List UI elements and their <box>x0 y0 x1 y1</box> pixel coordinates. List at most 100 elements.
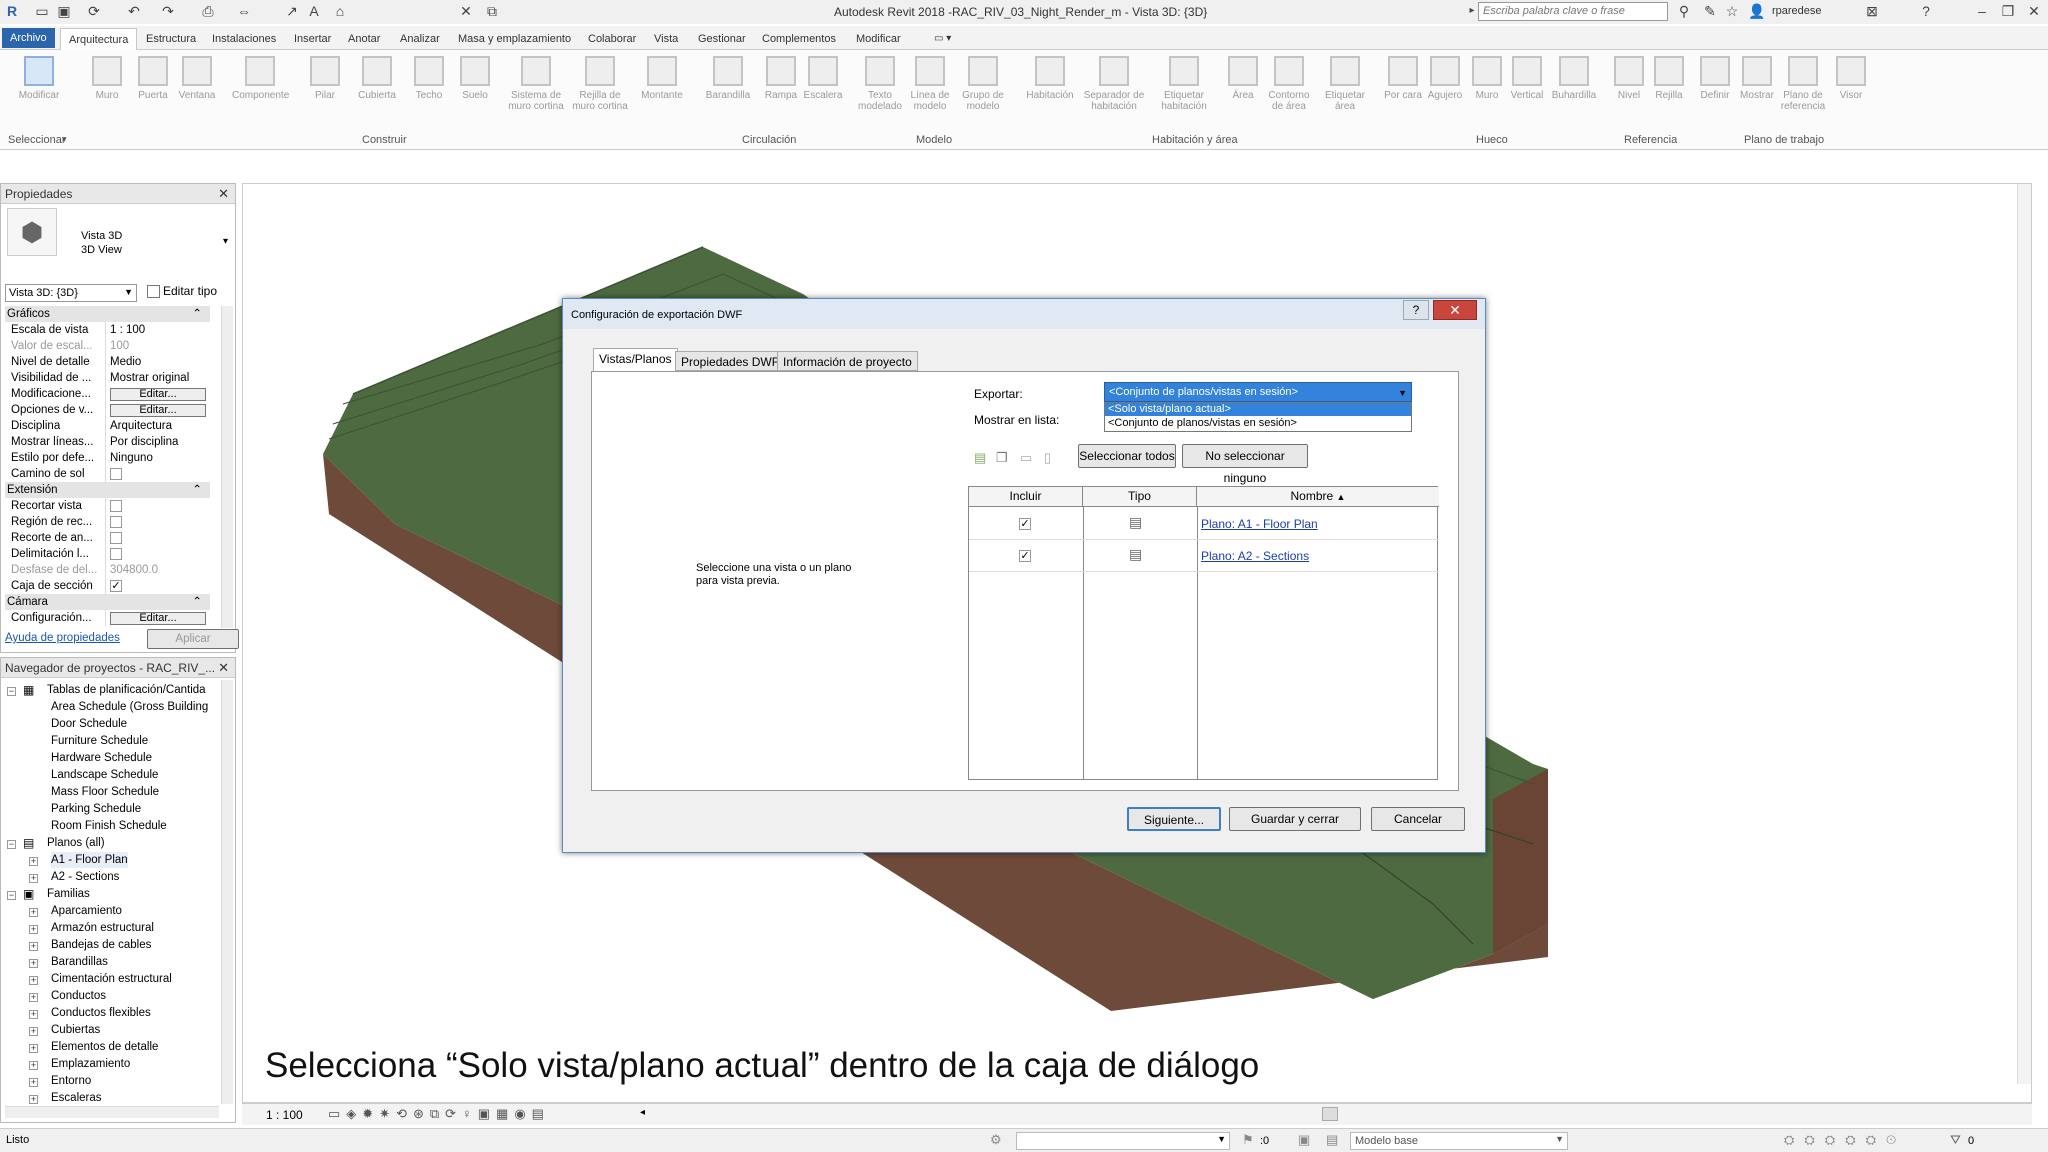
col-nombre[interactable]: Nombre ▲ <box>1197 487 1439 507</box>
tab-archivo[interactable]: Archivo <box>2 28 55 48</box>
next-button[interactable]: Siguiente... <box>1127 807 1221 831</box>
sync-icon[interactable]: ⟳ <box>86 3 102 19</box>
tab-complementos[interactable]: Complementos <box>762 33 836 45</box>
edit-button[interactable]: Editar... <box>110 388 206 401</box>
checkbox[interactable] <box>110 500 122 512</box>
checkbox[interactable]: ✓ <box>110 580 122 592</box>
sheet-name-link[interactable]: Plano: A1 - Floor Plan <box>1201 517 1318 531</box>
col-tipo[interactable]: Tipo <box>1083 487 1197 507</box>
ref-plane-button[interactable]: Plano de referencia <box>1780 56 1826 112</box>
tree-item[interactable]: Cimentación estructural <box>51 971 172 987</box>
stair-button[interactable]: Escalera <box>802 56 844 101</box>
expand-icon[interactable]: + <box>29 959 38 968</box>
model-line-button[interactable]: Línea de modelo <box>906 56 954 112</box>
undo-icon[interactable]: ↶ <box>126 3 142 19</box>
roof-button[interactable]: Cubierta <box>356 56 398 101</box>
dormer-button[interactable]: Buhardilla <box>1550 56 1598 101</box>
tree-item[interactable]: Aparcamiento <box>51 903 122 919</box>
component-button[interactable]: Componente <box>232 56 289 101</box>
collapse-icon[interactable]: ⌃ <box>192 306 202 322</box>
chevron-down-icon[interactable]: ▾ <box>62 134 67 145</box>
type-dropdown-icon[interactable]: ▾ <box>223 236 228 247</box>
tab-masa[interactable]: Masa y emplazamiento <box>458 33 571 45</box>
close-icon[interactable]: ✕ <box>1433 300 1477 320</box>
expand-icon[interactable]: + <box>29 1010 38 1019</box>
measure-icon[interactable]: ⇔ <box>236 3 252 19</box>
search-input[interactable]: Escriba palabra clave o frase <box>1478 2 1668 21</box>
tree-item[interactable]: Planos (all) <box>47 835 105 851</box>
collapse-icon[interactable]: − <box>7 687 16 696</box>
apply-button[interactable]: Aplicar <box>147 629 239 649</box>
checkbox[interactable] <box>110 532 122 544</box>
design-options-icon[interactable]: ▣ <box>1298 1132 1310 1148</box>
tree-item[interactable]: A1 - Floor Plan <box>51 852 128 868</box>
print-icon[interactable]: ⎙ <box>200 3 216 19</box>
floor-button[interactable]: Suelo <box>454 56 496 101</box>
tree-item[interactable]: Hardware Schedule <box>51 750 152 766</box>
sheet-name-link[interactable]: Plano: A2 - Sections <box>1201 549 1309 563</box>
expand-icon[interactable]: + <box>29 874 38 883</box>
tab-gestionar[interactable]: Gestionar <box>698 33 746 45</box>
scroll-left-icon[interactable]: ◂ <box>640 1107 645 1118</box>
user-name[interactable]: rparedese <box>1772 5 1822 17</box>
checkbox[interactable] <box>110 516 122 528</box>
tree-item[interactable]: Elementos de detalle <box>51 1039 158 1055</box>
revit-logo-icon[interactable]: R <box>4 3 20 19</box>
column-button[interactable]: Pilar <box>304 56 346 101</box>
close-icon[interactable]: ✕ <box>218 186 229 202</box>
scrollbar[interactable] <box>221 680 233 1104</box>
tree-item[interactable]: Mass Floor Schedule <box>51 784 159 800</box>
tree-item[interactable]: A2 - Sections <box>51 869 119 885</box>
table-row[interactable]: ✓ ▤ Plano: A1 - Floor Plan <box>969 508 1439 540</box>
tab-modificar[interactable]: Modificar <box>856 33 901 45</box>
export-select[interactable]: <Conjunto de planos/vistas en sesión> ▼ <box>1104 382 1412 402</box>
mullion-button[interactable]: Montante <box>638 56 686 101</box>
panel-habitacion-area[interactable]: Habitación y área <box>1152 134 1238 146</box>
col-incluir[interactable]: Incluir <box>969 487 1083 507</box>
ceiling-button[interactable]: Techo <box>408 56 450 101</box>
curtain-system-button[interactable]: Sistema de muro cortina <box>508 56 564 112</box>
expand-icon[interactable]: + <box>29 1044 38 1053</box>
tree-item[interactable]: Area Schedule (Gross Building <box>51 699 208 715</box>
3d-view-icon[interactable]: ⌂ <box>332 3 348 19</box>
window-button[interactable]: Ventana <box>176 56 218 101</box>
panel-seleccionar[interactable]: Seleccionar <box>8 134 65 146</box>
tab-arquitectura[interactable]: Arquitectura <box>60 28 138 50</box>
favorites-star-icon[interactable]: ☆ <box>1724 3 1740 19</box>
table-row[interactable]: ✓ ▤ Plano: A2 - Sections <box>969 540 1439 572</box>
restore-icon[interactable]: ❐ <box>2000 3 2016 19</box>
delete-set-icon[interactable]: ▯ <box>1044 450 1051 466</box>
railing-button[interactable]: Barandilla <box>704 56 752 101</box>
tree-item[interactable]: Escaleras <box>51 1090 102 1106</box>
include-checkbox[interactable]: ✓ <box>1019 550 1031 562</box>
rename-set-icon[interactable]: ▭ <box>1020 450 1032 466</box>
expand-icon[interactable]: + <box>29 1095 38 1104</box>
tree-item[interactable]: Conductos <box>51 988 106 1004</box>
expand-icon[interactable]: + <box>29 1061 38 1070</box>
help-icon[interactable]: ? <box>1918 3 1934 19</box>
wall-opening-button[interactable]: Muro <box>1466 56 1508 101</box>
new-set-icon[interactable]: ▤ <box>974 450 986 466</box>
tree-item[interactable]: Entorno <box>51 1073 91 1089</box>
cancel-button[interactable]: Cancelar <box>1371 807 1465 831</box>
expand-icon[interactable]: + <box>29 908 38 917</box>
tab-insertar[interactable]: Insertar <box>294 33 331 45</box>
tree-item[interactable]: Bandejas de cables <box>51 937 151 953</box>
scrollbar[interactable] <box>221 306 233 628</box>
binoculars-icon[interactable]: ⚲ <box>1676 3 1692 19</box>
tree-item[interactable]: Conductos flexibles <box>51 1005 151 1021</box>
expand-icon[interactable]: + <box>29 942 38 951</box>
horizontal-scroll-thumb[interactable] <box>1322 1107 1338 1121</box>
close-icon[interactable]: ✕ <box>218 660 229 676</box>
collapse-icon[interactable]: − <box>7 891 16 900</box>
tag-room-button[interactable]: Etiquetar habitación <box>1156 56 1212 112</box>
tree-item[interactable]: Room Finish Schedule <box>51 818 167 834</box>
expand-icon[interactable]: + <box>29 925 38 934</box>
ramp-button[interactable]: Rampa <box>760 56 802 101</box>
subscription-icon[interactable]: ✎ <box>1702 3 1718 19</box>
area-boundary-button[interactable]: Contorno de área <box>1266 56 1312 112</box>
section-extension[interactable]: Extensión ⌃ <box>5 482 210 498</box>
expand-icon[interactable]: + <box>29 976 38 985</box>
minimize-icon[interactable]: – <box>1974 3 1990 19</box>
tree-item[interactable]: Furniture Schedule <box>51 733 148 749</box>
